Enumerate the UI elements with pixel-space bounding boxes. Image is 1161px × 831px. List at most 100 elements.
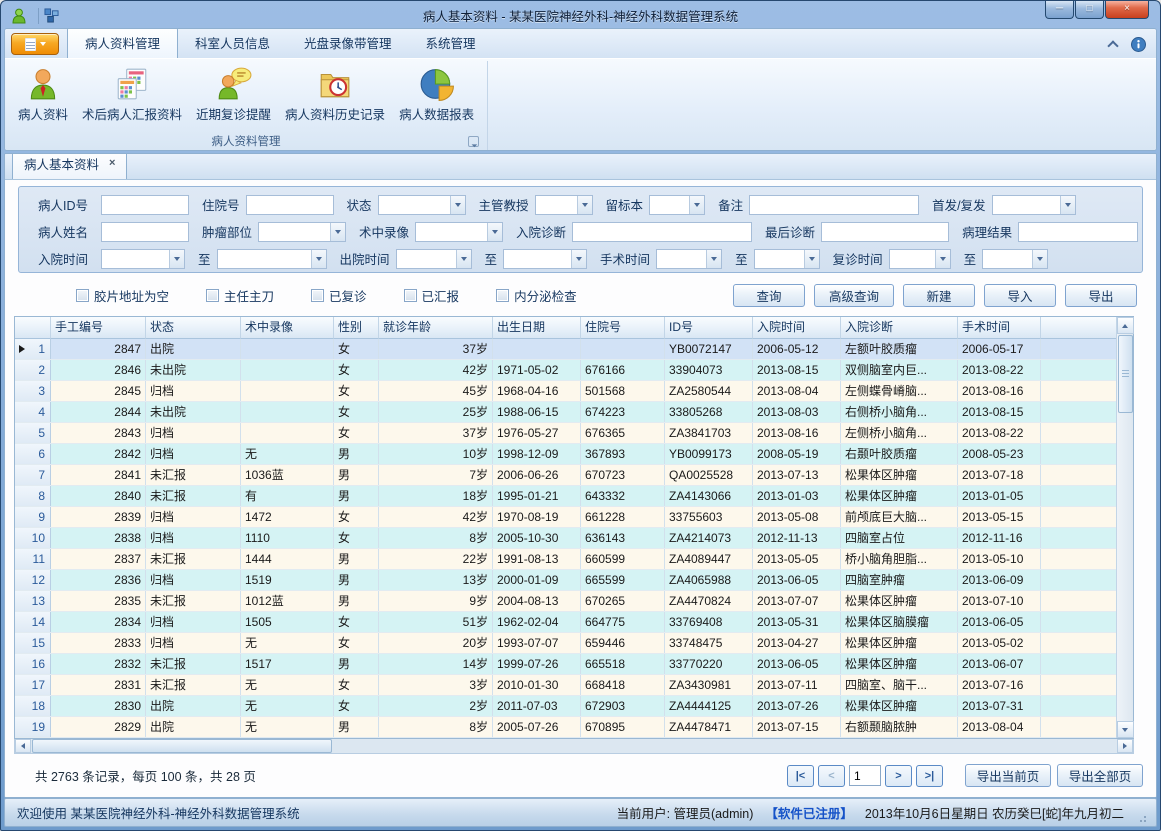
table-row-11[interactable]: 112837未汇报1444男22岁1991-08-13660599ZA40894… — [15, 549, 1116, 570]
first-or-recurrent-dropdown-button[interactable] — [1060, 196, 1075, 214]
ribbon-button-recent-followup-reminder[interactable]: 近期复诊提醒 — [189, 63, 278, 125]
next-page-button[interactable]: > — [885, 765, 912, 787]
table-row-17[interactable]: 172831未汇报无女3岁2010-01-30668418ZA343098120… — [15, 675, 1116, 696]
row-header-10[interactable]: 10 — [15, 528, 51, 548]
tumor-site-select[interactable] — [258, 222, 346, 242]
intraop-video-dropdown-button[interactable] — [487, 223, 502, 241]
scroll-left-button[interactable] — [15, 739, 31, 753]
column-header-gender[interactable]: 性别 — [334, 317, 379, 339]
ribbon-tab-patient-data-management[interactable]: 病人资料管理 — [67, 28, 178, 58]
column-header-intraop-video[interactable]: 术中录像 — [241, 317, 334, 339]
export-current-page-button[interactable]: 导出当前页 — [965, 764, 1051, 787]
tab-patient-basic-info[interactable]: 病人基本资料 × — [12, 153, 127, 179]
column-header-admission-no[interactable]: 住院号 — [581, 317, 665, 339]
first-page-button[interactable]: |< — [787, 765, 814, 787]
row-header-2[interactable]: 2 — [15, 360, 51, 380]
patient-name-input[interactable] — [101, 222, 189, 242]
column-header-admit-date[interactable]: 入院时间 — [753, 317, 841, 339]
admit-date-to-dropdown-button[interactable] — [311, 250, 326, 268]
discharge-date-from-select[interactable] — [396, 249, 472, 269]
status-dropdown-button[interactable] — [450, 196, 465, 214]
first-or-recurrent-select[interactable] — [992, 195, 1076, 215]
final-diagnosis-input[interactable] — [821, 222, 949, 242]
admission-diagnosis-input[interactable] — [572, 222, 752, 242]
column-header-status[interactable]: 状态 — [146, 317, 241, 339]
ribbon-tab-disc-tape-management[interactable]: 光盘录像带管理 — [287, 28, 409, 58]
ribbon-button-patient-history-record[interactable]: 病人资料历史记录 — [278, 63, 392, 125]
admission-no-input[interactable] — [246, 195, 334, 215]
chief-professor-select[interactable] — [535, 195, 593, 215]
app-menu-button[interactable] — [11, 33, 59, 55]
table-row-2[interactable]: 22846未出院女42岁1971-05-02676166339040732013… — [15, 360, 1116, 381]
page-number-input[interactable] — [849, 765, 881, 786]
resize-grip[interactable] — [1136, 808, 1146, 818]
table-row-3[interactable]: 32845归档女45岁1968-04-16501568ZA25805442013… — [15, 381, 1116, 402]
discharge-date-from-dropdown-button[interactable] — [456, 250, 471, 268]
row-header-18[interactable]: 18 — [15, 696, 51, 716]
table-row-10[interactable]: 102838归档1110女8岁2005-10-30636143ZA4214073… — [15, 528, 1116, 549]
new-button[interactable]: 新建 — [903, 284, 975, 307]
ribbon-tab-system-management[interactable]: 系统管理 — [409, 28, 493, 58]
table-row-4[interactable]: 42844未出院女25岁1988-06-15674223338052682013… — [15, 402, 1116, 423]
row-header-15[interactable]: 15 — [15, 633, 51, 653]
intraop-video-select[interactable] — [415, 222, 503, 242]
horizontal-scrollbar[interactable] — [14, 739, 1134, 754]
discharge-date-to-select[interactable] — [503, 249, 587, 269]
table-row-15[interactable]: 152833归档无女20岁1993-07-0765944633748475201… — [15, 633, 1116, 654]
export-all-pages-button[interactable]: 导出全部页 — [1057, 764, 1143, 787]
ribbon-button-patient-data-report[interactable]: 病人数据报表 — [392, 63, 481, 125]
last-page-button[interactable]: >| — [916, 765, 943, 787]
discharge-date-to-dropdown-button[interactable] — [571, 250, 586, 268]
table-row-16[interactable]: 162832未汇报1517男14岁1999-07-266655183377022… — [15, 654, 1116, 675]
row-header-12[interactable]: 12 — [15, 570, 51, 590]
checkbox-followed-up[interactable]: 已复诊 — [311, 286, 367, 305]
scroll-up-button[interactable] — [1117, 317, 1134, 334]
table-row-1[interactable]: 12847出院女37岁YB00721472006-05-12左额叶胶质瘤2006… — [15, 339, 1116, 360]
column-header-birth-date[interactable]: 出生日期 — [493, 317, 581, 339]
vertical-scrollbar-thumb[interactable] — [1118, 335, 1133, 413]
table-row-9[interactable]: 92839归档1472女42岁1970-08-19661228337556032… — [15, 507, 1116, 528]
query-button[interactable]: 查询 — [733, 284, 805, 307]
minimize-button[interactable]: ─ — [1045, 1, 1074, 19]
table-row-12[interactable]: 122836归档1519男13岁2000-01-09665599ZA406598… — [15, 570, 1116, 591]
admit-date-to-select[interactable] — [217, 249, 327, 269]
checkbox-reported[interactable]: 已汇报 — [404, 286, 460, 305]
ribbon-button-postop-report-data[interactable]: 术后病人汇报资料 — [75, 63, 189, 125]
followup-date-to-dropdown-button[interactable] — [1032, 250, 1047, 268]
pathology-result-input[interactable] — [1018, 222, 1138, 242]
status-select[interactable] — [378, 195, 466, 215]
column-header-admit-diagnosis[interactable]: 入院诊断 — [841, 317, 958, 339]
row-header-6[interactable]: 6 — [15, 444, 51, 464]
row-header-17[interactable]: 17 — [15, 675, 51, 695]
table-row-6[interactable]: 62842归档无男10岁1998-12-09367893YB0099173200… — [15, 444, 1116, 465]
specimen-kept-select[interactable] — [649, 195, 705, 215]
table-row-18[interactable]: 182830出院无女2岁2011-07-03672903ZA4444125201… — [15, 696, 1116, 717]
table-row-13[interactable]: 132835未汇报1012蓝男9岁2004-08-13670265ZA44708… — [15, 591, 1116, 612]
surgery-date-to-select[interactable] — [754, 249, 820, 269]
surgery-date-from-select[interactable] — [656, 249, 722, 269]
row-header-11[interactable]: 11 — [15, 549, 51, 569]
prev-page-button[interactable]: < — [818, 765, 845, 787]
import-button[interactable]: 导入 — [984, 284, 1056, 307]
table-row-5[interactable]: 52843归档女37岁1976-05-27676365ZA38417032013… — [15, 423, 1116, 444]
row-header-4[interactable]: 4 — [15, 402, 51, 422]
checkbox-endocrine-exam[interactable]: 内分泌检查 — [496, 286, 577, 305]
column-header-surgery-date[interactable]: 手术时间 — [958, 317, 1041, 339]
director-surgeon-box[interactable] — [206, 289, 219, 302]
row-header-16[interactable]: 16 — [15, 654, 51, 674]
checkbox-film-address-empty[interactable]: 胶片地址为空 — [76, 286, 169, 305]
ribbon-button-patient-data[interactable]: 病人资料 — [11, 63, 75, 125]
registered-link[interactable]: 【软件已注册】 — [765, 803, 853, 822]
endocrine-exam-box[interactable] — [496, 289, 509, 302]
tab-close-icon[interactable]: × — [109, 158, 115, 169]
film-address-empty-box[interactable] — [76, 289, 89, 302]
surgery-date-to-dropdown-button[interactable] — [804, 250, 819, 268]
row-header-9[interactable]: 9 — [15, 507, 51, 527]
row-header-7[interactable]: 7 — [15, 465, 51, 485]
followup-date-from-select[interactable] — [889, 249, 951, 269]
collapse-ribbon-icon[interactable] — [1107, 40, 1118, 51]
specimen-kept-dropdown-button[interactable] — [689, 196, 704, 214]
checkbox-director-surgeon[interactable]: 主任主刀 — [206, 286, 274, 305]
followup-date-to-select[interactable] — [982, 249, 1048, 269]
dialog-launcher-icon[interactable] — [468, 136, 479, 147]
